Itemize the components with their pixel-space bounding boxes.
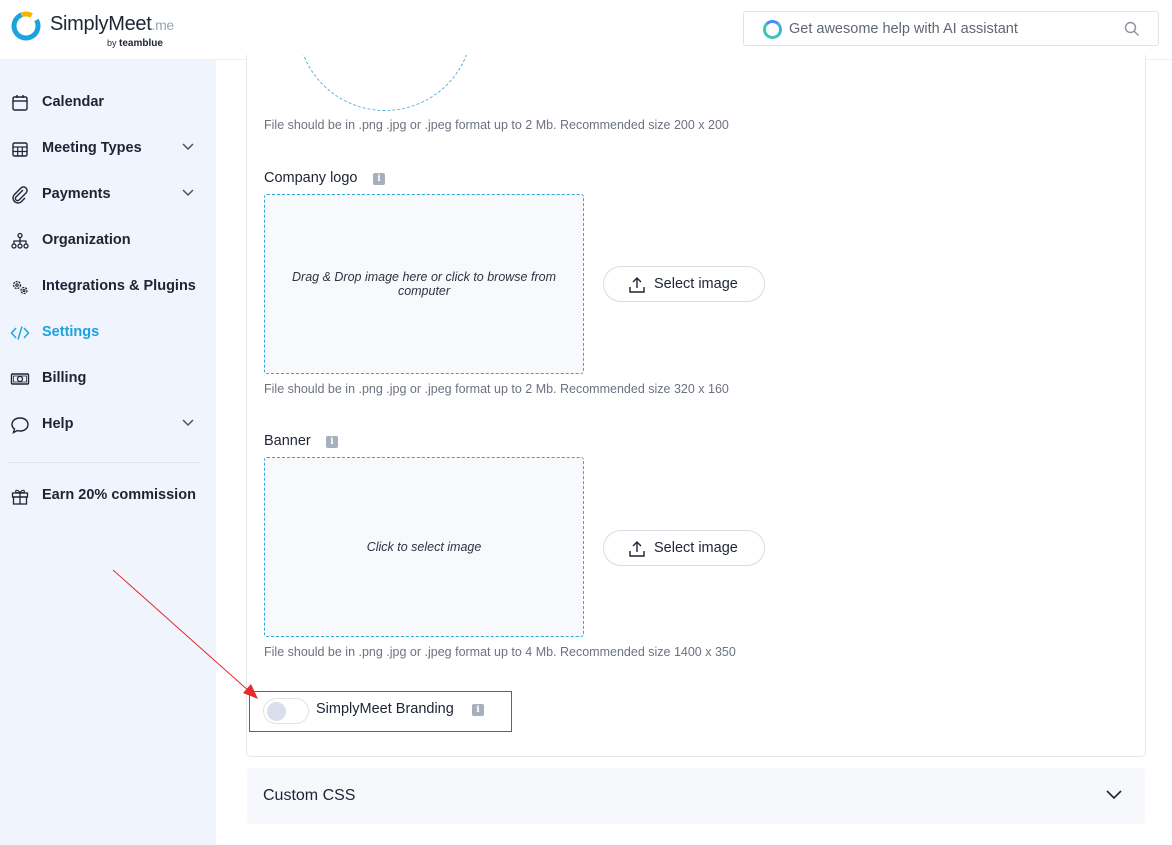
sidebar-divider: [9, 462, 200, 463]
paperclip-icon: [12, 186, 28, 204]
upload-icon: [629, 277, 645, 293]
sidebar-item-earn-commission[interactable]: Earn 20% commission: [0, 475, 216, 515]
sidebar-item-payments[interactable]: Payments: [0, 174, 216, 214]
annotation-highlight-box: [249, 691, 512, 732]
upload-icon: [629, 541, 645, 557]
sidebar-item-integrations[interactable]: Integrations & Plugins: [0, 266, 216, 306]
code-icon: [10, 326, 30, 340]
custom-css-label: Custom CSS: [263, 787, 356, 804]
sidebar-item-label: Settings: [42, 324, 100, 340]
gears-icon: [12, 280, 28, 295]
avatar-hint: File should be in .png .jpg or .jpeg for…: [264, 118, 729, 132]
sidebar-item-label: Integrations & Plugins: [42, 278, 196, 294]
avatar-dropzone[interactable]: [297, 55, 473, 115]
sidebar-item-label: Billing: [42, 370, 87, 386]
brand-byline: by teamblue: [107, 38, 163, 49]
dropzone-text: Click to select image: [366, 540, 482, 554]
company-logo-label: Company logo: [264, 170, 358, 186]
select-image-label: Select image: [654, 276, 738, 292]
banner-select-button[interactable]: Select image: [603, 530, 765, 566]
chat-bubble-icon: [11, 417, 29, 434]
gift-icon: [11, 489, 29, 505]
info-icon[interactable]: i: [373, 173, 385, 185]
custom-css-accordion[interactable]: Custom CSS: [247, 768, 1145, 824]
sidebar-item-label: Organization: [42, 232, 131, 248]
dropzone-text: Drag & Drop image here or click to brows…: [292, 270, 556, 298]
org-chart-icon: [11, 232, 29, 249]
banknote-icon: [10, 373, 30, 385]
sidebar-item-help[interactable]: Help: [0, 404, 216, 444]
sidebar-item-calendar[interactable]: Calendar: [0, 82, 216, 122]
sidebar-item-meeting-types[interactable]: Meeting Types: [0, 128, 216, 168]
brand-name: SimplyMeet.me: [50, 13, 174, 35]
sidebar-item-label: Payments: [42, 186, 111, 202]
ai-assistant-search[interactable]: [743, 11, 1159, 46]
grid-calendar-icon: [12, 142, 28, 157]
info-icon[interactable]: i: [326, 436, 338, 448]
chevron-down-icon[interactable]: [181, 142, 195, 152]
banner-dropzone[interactable]: Click to select image: [264, 457, 584, 637]
banner-hint: File should be in .png .jpg or .jpeg for…: [264, 645, 736, 659]
branding-card: File should be in .png .jpg or .jpeg for…: [246, 55, 1146, 757]
logo-ring-icon: [11, 11, 41, 41]
sidebar: Calendar Meeting Types Payments Organiza…: [0, 60, 216, 845]
sidebar-item-organization[interactable]: Organization: [0, 220, 216, 260]
company-logo-select-button[interactable]: Select image: [603, 266, 765, 302]
company-logo-dropzone[interactable]: Drag & Drop image here or click to brows…: [264, 194, 584, 374]
sidebar-item-label: Earn 20% commission: [42, 487, 196, 503]
ai-assistant-icon: [763, 20, 782, 39]
select-image-label: Select image: [654, 540, 738, 556]
sidebar-item-label: Meeting Types: [42, 140, 142, 156]
top-bar: SimplyMeet.me by teamblue: [0, 0, 1172, 60]
banner-label: Banner: [264, 433, 311, 449]
chevron-down-icon[interactable]: [1105, 789, 1123, 801]
chevron-down-icon[interactable]: [181, 188, 195, 198]
sidebar-item-label: Calendar: [42, 94, 105, 110]
ai-assistant-input[interactable]: [789, 18, 1109, 40]
search-icon[interactable]: [1124, 21, 1140, 37]
sidebar-item-billing[interactable]: Billing: [0, 358, 216, 398]
company-logo-hint: File should be in .png .jpg or .jpeg for…: [264, 382, 729, 396]
sidebar-item-settings[interactable]: Settings: [0, 312, 216, 352]
simplymeet-logo[interactable]: SimplyMeet.me by teamblue: [10, 10, 190, 50]
calendar-icon: [12, 95, 28, 111]
sidebar-item-label: Help: [42, 416, 74, 432]
chevron-down-icon[interactable]: [181, 418, 195, 428]
